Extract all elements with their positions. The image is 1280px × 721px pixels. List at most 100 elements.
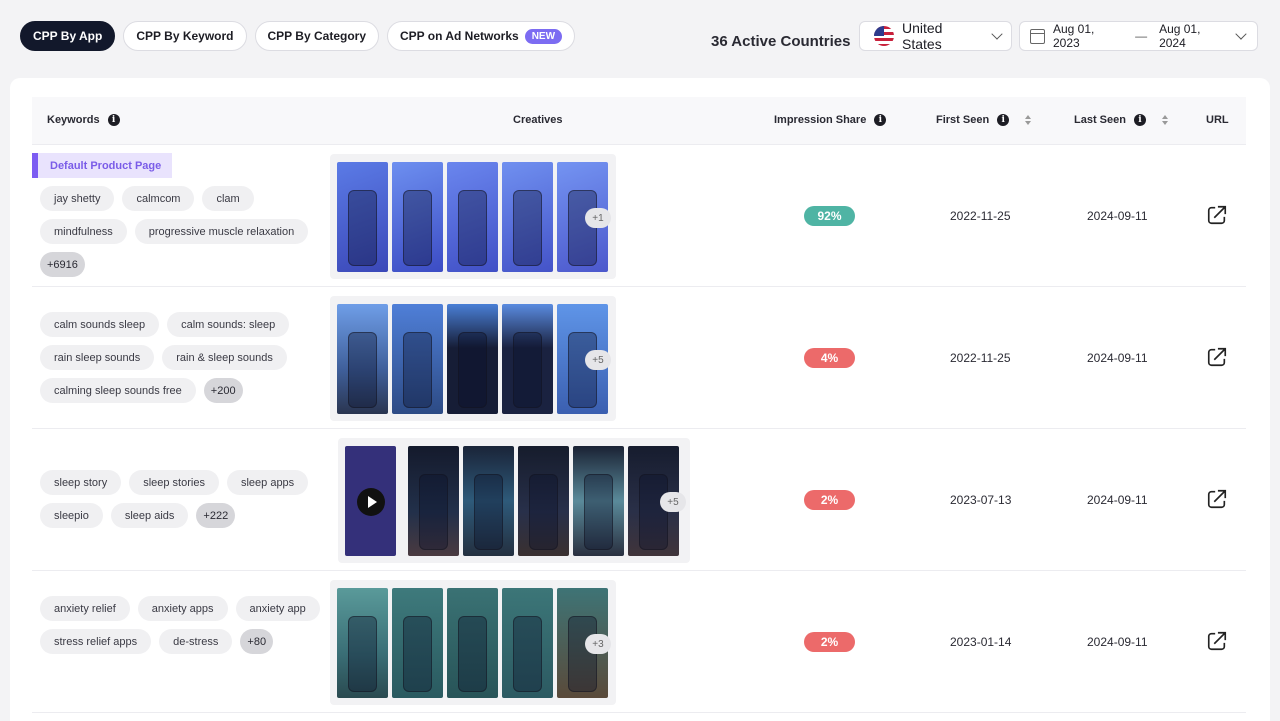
- more-keywords-chip[interactable]: +80: [240, 629, 274, 654]
- keyword-chip[interactable]: rain sleep sounds: [40, 345, 155, 370]
- more-creatives-badge[interactable]: +5: [660, 492, 686, 512]
- keyword-chip[interactable]: anxiety relief: [40, 596, 130, 621]
- last-seen-date: 2024-09-11: [1087, 209, 1148, 223]
- calendar-icon: [1030, 28, 1045, 44]
- keyword-chip[interactable]: calm sounds sleep: [40, 312, 160, 337]
- creatives-strip[interactable]: +5: [338, 438, 690, 563]
- column-header-impression-share: Impression Share i: [774, 114, 887, 126]
- play-icon[interactable]: [357, 487, 385, 516]
- creative-screenshot[interactable]: [392, 161, 443, 272]
- creative-screenshot[interactable]: [518, 445, 569, 556]
- country-label: United States: [902, 20, 943, 52]
- keyword-chip[interactable]: calming sleep sounds free: [40, 378, 196, 403]
- date-end: Aug 01, 2024: [1159, 22, 1201, 50]
- keyword-chip[interactable]: sleep aids: [110, 503, 189, 528]
- creative-screenshot[interactable]: [447, 587, 498, 698]
- external-link-icon[interactable]: [1206, 630, 1228, 652]
- view-tabs: CPP By App CPP By Keyword CPP By Categor…: [20, 21, 576, 51]
- keyword-chip[interactable]: progressive muscle relaxation: [134, 219, 309, 244]
- impression-share-badge: 2%: [804, 632, 855, 652]
- default-product-page-tag: Default Product Page: [32, 153, 173, 178]
- creatives-strip[interactable]: +3: [330, 580, 616, 705]
- keyword-chip[interactable]: mindfulness: [40, 219, 127, 244]
- external-link-icon[interactable]: [1206, 346, 1228, 368]
- first-seen-date: 2022-11-25: [950, 209, 1011, 223]
- keyword-chip[interactable]: anxiety app: [235, 596, 320, 621]
- info-icon[interactable]: i: [997, 114, 1010, 126]
- column-header-url: URL: [1206, 114, 1229, 126]
- creative-screenshot[interactable]: [392, 587, 443, 698]
- table-row: Default Product Page jay shetty calmcom …: [32, 146, 1246, 287]
- creatives-strip[interactable]: +5: [330, 296, 616, 421]
- sort-icon[interactable]: [1025, 115, 1032, 125]
- impression-share-badge: 2%: [804, 490, 855, 510]
- keyword-list: sleep story sleep stories sleep apps sle…: [40, 470, 330, 528]
- first-seen-date: 2022-11-25: [950, 351, 1011, 365]
- keyword-chip[interactable]: clam: [202, 186, 254, 211]
- table-row: anxiety relief anxiety apps anxiety app …: [32, 572, 1246, 713]
- date-separator: —: [1135, 29, 1148, 43]
- date-range-picker[interactable]: Aug 01, 2023 — Aug 01, 2024: [1019, 21, 1258, 51]
- keyword-list: jay shetty calmcom clam mindfulness prog…: [40, 186, 330, 277]
- creative-screenshot[interactable]: [337, 161, 388, 272]
- keyword-chip[interactable]: anxiety apps: [137, 596, 228, 621]
- more-creatives-badge[interactable]: +3: [585, 634, 611, 654]
- column-header-first-seen[interactable]: First Seen i: [936, 114, 1032, 126]
- creative-screenshot[interactable]: [502, 587, 553, 698]
- top-toolbar: CPP By App CPP By Keyword CPP By Categor…: [0, 6, 1280, 68]
- date-start: Aug 01, 2023: [1053, 22, 1095, 50]
- active-countries-count: 36 Active Countries: [711, 33, 851, 50]
- column-header-last-seen[interactable]: Last Seen i: [1074, 114, 1168, 126]
- column-header-keywords: Keywords i: [47, 114, 120, 126]
- more-creatives-badge[interactable]: +5: [585, 350, 611, 370]
- creative-screenshot[interactable]: [447, 161, 498, 272]
- keyword-list: calm sounds sleep calm sounds: sleep rai…: [40, 312, 330, 403]
- new-badge: NEW: [524, 28, 563, 44]
- external-link-icon[interactable]: [1206, 488, 1228, 510]
- keyword-chip[interactable]: de-stress: [159, 629, 233, 654]
- creative-screenshot[interactable]: [573, 445, 624, 556]
- tab-cpp-on-ad-networks[interactable]: CPP on Ad Networks NEW: [387, 21, 576, 51]
- keyword-chip[interactable]: stress relief apps: [40, 629, 152, 654]
- keyword-chip[interactable]: rain & sleep sounds: [162, 345, 287, 370]
- creative-screenshot[interactable]: [408, 445, 459, 556]
- creatives-strip[interactable]: +1: [330, 154, 616, 279]
- keyword-chip[interactable]: calmcom: [122, 186, 195, 211]
- info-icon[interactable]: i: [1133, 114, 1146, 126]
- creative-screenshot[interactable]: [447, 303, 498, 414]
- creative-screenshot[interactable]: [463, 445, 514, 556]
- keyword-chip[interactable]: sleepio: [40, 503, 103, 528]
- creative-screenshot[interactable]: [392, 303, 443, 414]
- country-dropdown[interactable]: United States: [859, 20, 1012, 52]
- creative-screenshot[interactable]: [337, 587, 388, 698]
- keyword-chip[interactable]: sleep story: [40, 470, 122, 495]
- impression-share-badge: 4%: [804, 348, 855, 368]
- sort-icon[interactable]: [1161, 115, 1168, 125]
- more-keywords-chip[interactable]: +6916: [40, 252, 85, 277]
- tab-cpp-by-category[interactable]: CPP By Category: [254, 21, 379, 51]
- info-icon[interactable]: i: [874, 114, 887, 126]
- last-seen-date: 2024-09-11: [1087, 351, 1148, 365]
- first-seen-date: 2023-07-13: [950, 493, 1012, 507]
- table-header: Keywords i Creatives Impression Share i Fi…: [32, 97, 1246, 145]
- column-header-creatives: Creatives: [513, 114, 563, 126]
- impression-share-badge: 92%: [804, 206, 855, 226]
- us-flag-icon: [874, 26, 894, 46]
- tab-cpp-by-app[interactable]: CPP By App: [20, 21, 116, 51]
- creative-screenshot[interactable]: [502, 303, 553, 414]
- keyword-chip[interactable]: sleep apps: [226, 470, 309, 495]
- more-keywords-chip[interactable]: +200: [203, 378, 243, 403]
- tab-cpp-by-keyword[interactable]: CPP By Keyword: [123, 21, 247, 51]
- creative-screenshot[interactable]: [502, 161, 553, 272]
- table-row: sleep story sleep stories sleep apps sle…: [32, 430, 1246, 571]
- more-keywords-chip[interactable]: +222: [196, 503, 236, 528]
- more-creatives-badge[interactable]: +1: [585, 208, 611, 228]
- creative-video[interactable]: [345, 445, 396, 556]
- keyword-list: anxiety relief anxiety apps anxiety app …: [40, 596, 330, 654]
- creative-screenshot[interactable]: [337, 303, 388, 414]
- keyword-chip[interactable]: sleep stories: [129, 470, 219, 495]
- keyword-chip[interactable]: calm sounds: sleep: [167, 312, 290, 337]
- external-link-icon[interactable]: [1206, 204, 1228, 226]
- keyword-chip[interactable]: jay shetty: [40, 186, 115, 211]
- info-icon[interactable]: i: [107, 114, 120, 126]
